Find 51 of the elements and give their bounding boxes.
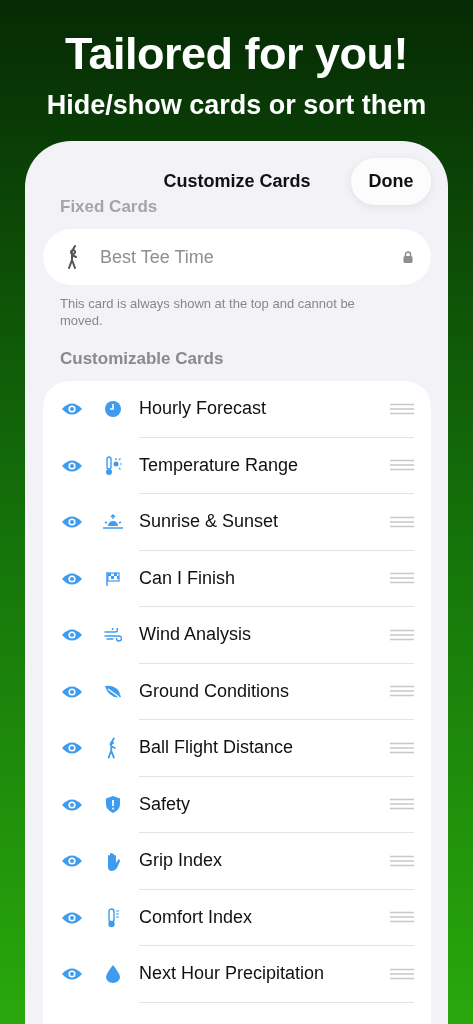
sheet-title: Customize Cards bbox=[163, 171, 311, 192]
drag-handle-icon[interactable] bbox=[390, 628, 414, 641]
eye-icon[interactable] bbox=[61, 854, 83, 869]
sunrise-icon bbox=[103, 514, 123, 531]
subheadline: Hide/show cards or sort them bbox=[46, 90, 427, 121]
drag-handle-icon[interactable] bbox=[390, 402, 414, 415]
drag-handle-icon[interactable] bbox=[390, 515, 414, 528]
section-header: Customizable Cards bbox=[60, 349, 225, 369]
card-label: Next Hour Precipitation bbox=[139, 963, 326, 985]
eye-icon[interactable] bbox=[61, 571, 83, 586]
drag-handle-icon[interactable] bbox=[390, 967, 414, 980]
card-label: Comfort Index bbox=[139, 906, 254, 928]
drag-handle-icon[interactable] bbox=[390, 798, 414, 811]
wind-icon bbox=[104, 628, 122, 643]
eye-icon[interactable] bbox=[61, 797, 83, 812]
hand-icon bbox=[105, 851, 121, 871]
drag-handle-icon[interactable] bbox=[390, 854, 414, 867]
drag-handle-icon[interactable] bbox=[390, 685, 414, 698]
drag-handle-icon[interactable] bbox=[390, 911, 414, 924]
eye-icon[interactable] bbox=[61, 515, 83, 530]
shield-icon bbox=[106, 796, 120, 814]
card-label: Wind Analysis bbox=[139, 624, 253, 646]
drag-handle-icon[interactable] bbox=[390, 741, 414, 754]
card-label: Best Tee Time bbox=[100, 246, 215, 268]
eye-icon[interactable] bbox=[61, 741, 83, 756]
leaf-icon bbox=[104, 683, 122, 700]
eye-icon[interactable] bbox=[61, 684, 83, 699]
drop-icon bbox=[106, 965, 120, 984]
card-label: Safety bbox=[139, 793, 192, 815]
section-header: Fixed Cards bbox=[60, 197, 159, 217]
eye-icon[interactable] bbox=[61, 910, 83, 925]
eye-icon[interactable] bbox=[61, 458, 83, 473]
card-label: Sunrise & Sunset bbox=[139, 511, 280, 533]
thermometer-sun-icon bbox=[104, 455, 122, 476]
drag-handle-icon[interactable] bbox=[390, 459, 414, 472]
eye-icon[interactable] bbox=[61, 628, 83, 643]
card-label: Ground Conditions bbox=[139, 680, 291, 702]
checkered-flag-icon bbox=[105, 570, 121, 587]
eye-icon[interactable] bbox=[61, 402, 83, 417]
card-label: Temperature Range bbox=[139, 454, 300, 476]
thermometer-icon bbox=[107, 907, 119, 928]
card-label: Grip Index bbox=[139, 850, 224, 872]
section-footer: This card is always shown at the top and cannot be moved. bbox=[60, 295, 371, 329]
card-label: Ball Flight Distance bbox=[139, 737, 295, 759]
card-label: Can I Finish bbox=[139, 567, 237, 589]
card-label: Hourly Forecast bbox=[139, 398, 268, 420]
drag-handle-icon[interactable] bbox=[390, 572, 414, 585]
headline: Tailored for you! bbox=[64, 28, 409, 80]
clock-icon bbox=[104, 400, 122, 419]
done-button[interactable]: Done bbox=[351, 158, 431, 205]
eye-icon[interactable] bbox=[61, 967, 83, 982]
